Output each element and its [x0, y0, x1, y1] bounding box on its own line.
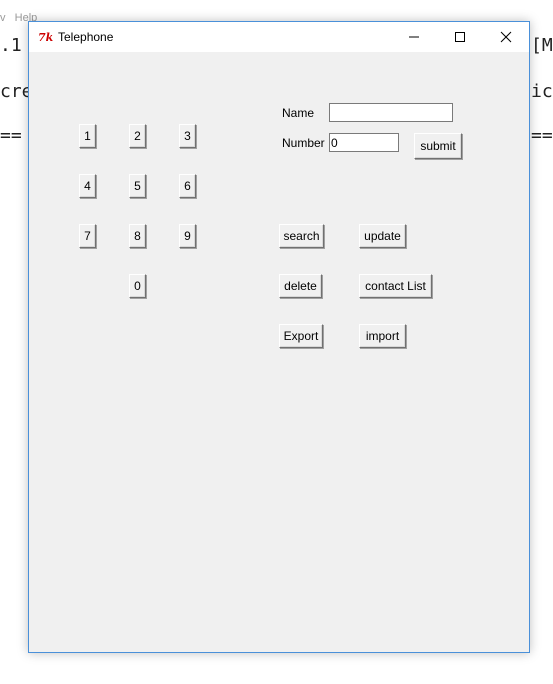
maximize-button[interactable]: [437, 22, 483, 52]
window-title: Telephone: [58, 30, 114, 44]
title-bar[interactable]: 7k Telephone: [29, 22, 529, 52]
background-line-1-left: .1: [0, 35, 22, 56]
keypad-button-9[interactable]: 9: [179, 224, 196, 248]
minimize-button[interactable]: [391, 22, 437, 52]
keypad-button-3[interactable]: 3: [179, 124, 196, 148]
keypad-button-2[interactable]: 2: [129, 124, 146, 148]
tk-feather-icon: 7k: [38, 29, 54, 45]
background-line-2-right: ic: [531, 81, 553, 102]
delete-button[interactable]: delete: [279, 274, 322, 298]
keypad-button-6[interactable]: 6: [179, 174, 196, 198]
number-field[interactable]: [329, 133, 399, 152]
close-button[interactable]: [483, 22, 529, 52]
close-icon: [500, 28, 512, 47]
search-button[interactable]: search: [279, 224, 324, 248]
background-line-3-left: ==: [0, 125, 22, 146]
keypad-button-5[interactable]: 5: [129, 174, 146, 198]
number-label: Number: [282, 136, 325, 150]
keypad-button-7[interactable]: 7: [79, 224, 96, 248]
maximize-icon: [454, 28, 466, 47]
export-button[interactable]: Export: [279, 324, 323, 348]
minimize-icon: [408, 28, 420, 47]
window-client-area: 1 2 3 4 5 6 7 8 9 0 Name Number submit s…: [29, 52, 529, 652]
submit-button[interactable]: submit: [414, 133, 462, 159]
keypad-button-0[interactable]: 0: [129, 274, 146, 298]
update-button[interactable]: update: [359, 224, 406, 248]
name-field[interactable]: [329, 103, 453, 122]
background-line-1-right: [M: [531, 35, 553, 56]
background-line-3-right: ==: [531, 125, 553, 146]
telephone-window: 7k Telephone 1 2 3 4 5 6 7 8 9 0 Name Nu…: [28, 21, 530, 653]
keypad-button-4[interactable]: 4: [79, 174, 96, 198]
name-label: Name: [282, 106, 315, 120]
keypad-button-8[interactable]: 8: [129, 224, 146, 248]
keypad-button-1[interactable]: 1: [79, 124, 96, 148]
contact-list-button[interactable]: contact List: [359, 274, 432, 298]
svg-text:7k: 7k: [38, 31, 54, 44]
import-button[interactable]: import: [359, 324, 406, 348]
